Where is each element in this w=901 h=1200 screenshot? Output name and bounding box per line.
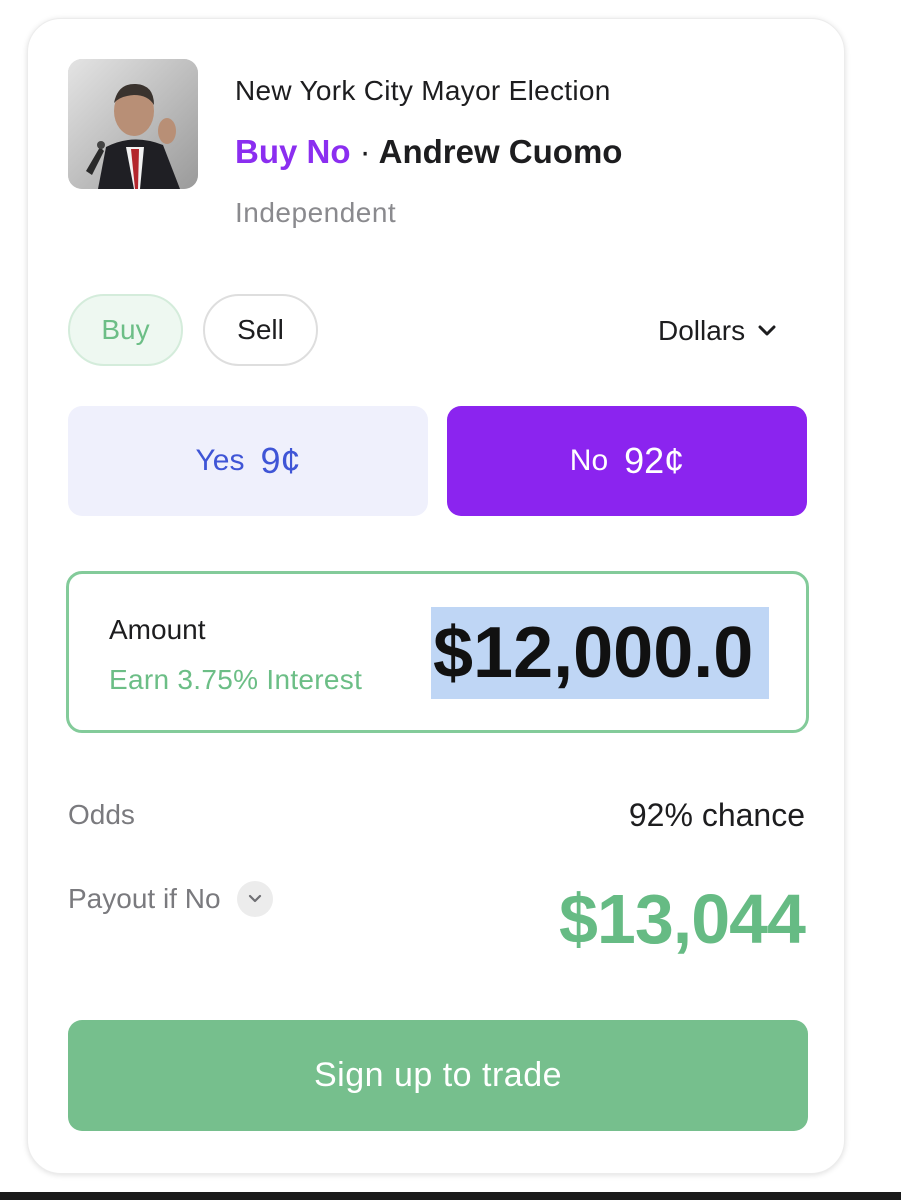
yes-outcome-button[interactable]: Yes 9¢ [68, 406, 428, 516]
market-title: New York City Mayor Election [235, 75, 611, 106]
chevron-down-icon [758, 325, 776, 336]
sell-tab[interactable]: Sell [203, 294, 318, 366]
amount-input[interactable]: $12,000.0 [431, 607, 769, 699]
order-action: Buy No [235, 133, 351, 170]
odds-value: 92% chance [628, 797, 805, 833]
odds-label: Odds [68, 799, 135, 830]
buy-tab[interactable]: Buy [68, 294, 183, 366]
payout-label: Payout if No [68, 883, 221, 914]
yes-label: Yes [195, 444, 245, 477]
interest-note: Earn 3.75% Interest [109, 664, 363, 695]
candidate-name: Andrew Cuomo [378, 133, 623, 170]
chevron-down-icon [248, 894, 261, 903]
no-price: 92¢ [624, 440, 685, 481]
candidate-photo-icon [68, 59, 198, 189]
payout-label-row: Payout if No [68, 881, 273, 917]
currency-label: Dollars [658, 315, 746, 346]
amount-field[interactable]: Amount Earn 3.75% Interest $12,000.0 [66, 571, 809, 733]
headline-separator: · [359, 133, 371, 170]
no-outcome-button[interactable]: No 92¢ [447, 406, 807, 516]
payout-value: $13,044 [558, 880, 806, 958]
amount-label: Amount [109, 614, 206, 645]
yes-price: 9¢ [260, 440, 301, 481]
no-label: No [569, 444, 609, 477]
payout-details-toggle[interactable] [236, 881, 273, 917]
currency-dropdown[interactable]: Dollars [658, 315, 777, 347]
bottom-divider [0, 1192, 901, 1200]
order-headline: Buy No · Andrew Cuomo [235, 133, 622, 171]
candidate-avatar [68, 59, 198, 189]
candidate-party: Independent [235, 197, 397, 228]
sign-up-button[interactable]: Sign up to trade [68, 1020, 808, 1131]
trade-card: New York City Mayor Election Buy No · An… [27, 18, 845, 1174]
